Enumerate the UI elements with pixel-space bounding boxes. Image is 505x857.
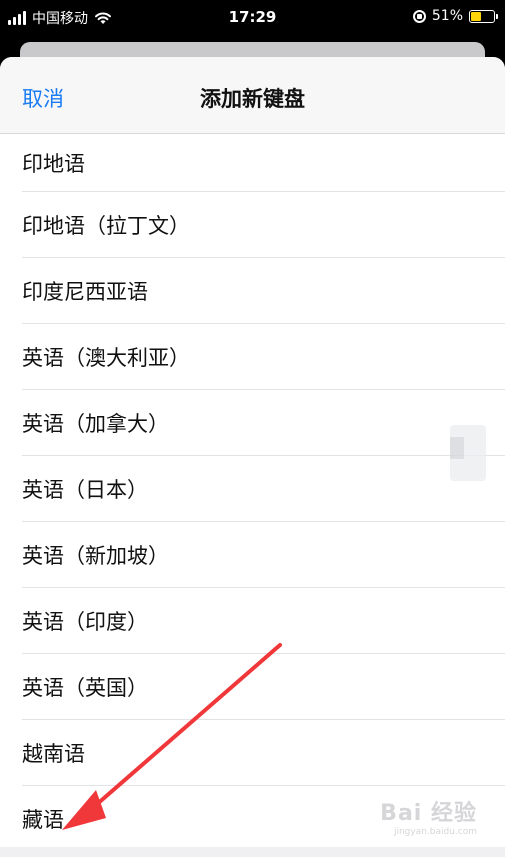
add-keyboard-sheet: 取消 添加新键盘 印地语印地语（拉丁文） 印度尼西亚语英语（澳大利亚） 英语（加拿大… [0, 57, 505, 857]
watermark: Bai 经验 jingyan.baidu.com [380, 795, 477, 837]
watermark-sub: jingyan.baidu.com [393, 827, 477, 837]
list-item[interactable]: 印地语（拉丁文） [22, 192, 505, 258]
list-item[interactable]: 越南语 [22, 720, 505, 786]
list-item[interactable]: 印地语 [22, 134, 505, 192]
list-item[interactable]: 英语（印度） [22, 588, 505, 654]
keyboard-label: 印地语（拉丁文） [22, 213, 190, 238]
page-title: 添加新键盘 [200, 87, 305, 111]
status-right: 51% [412, 8, 498, 24]
keyboard-label: 英语（新加坡） [22, 543, 169, 568]
navigation-bar: 取消 添加新键盘 [0, 57, 505, 134]
list-item[interactable]: 印度尼西亚语 [22, 258, 505, 324]
battery-fill [471, 11, 482, 21]
keyboard-label: 印地语 [22, 151, 85, 176]
keyboard-label: 英语（加拿大） [22, 411, 169, 436]
keyboard-label: 英语（英国） [22, 675, 148, 700]
battery-icon [469, 9, 498, 23]
blurred-widget [450, 425, 486, 481]
list-item[interactable]: 英语（加拿大） [22, 390, 505, 456]
list-item[interactable]: 英语（英国） [22, 654, 505, 720]
keyboard-label: 英语（印度） [22, 609, 148, 634]
list-item[interactable]: 英语（新加坡） [22, 522, 505, 588]
bottom-bar [0, 847, 505, 857]
keyboard-label: 英语（日本） [22, 477, 148, 502]
keyboard-label: 藏语 [22, 807, 64, 832]
status-bar: 中国移动 17:29 51% [0, 0, 505, 36]
keyboard-label: 英语（澳大利亚） [22, 345, 190, 370]
keyboard-list: 印地语印地语（拉丁文） 印度尼西亚语英语（澳大利亚） 英语（加拿大） 英语（日本） 英语… [0, 134, 505, 852]
watermark-text: Bai 经验 [380, 801, 477, 826]
keyboard-label: 印度尼西亚语 [22, 279, 148, 304]
battery-percent: 51% [431, 8, 463, 24]
list-item[interactable]: 英语（澳大利亚） [22, 324, 505, 390]
orientation-lock-icon [412, 9, 426, 23]
list-item[interactable]: 英语（日本） [22, 456, 505, 522]
keyboard-label: 越南语 [22, 741, 85, 766]
